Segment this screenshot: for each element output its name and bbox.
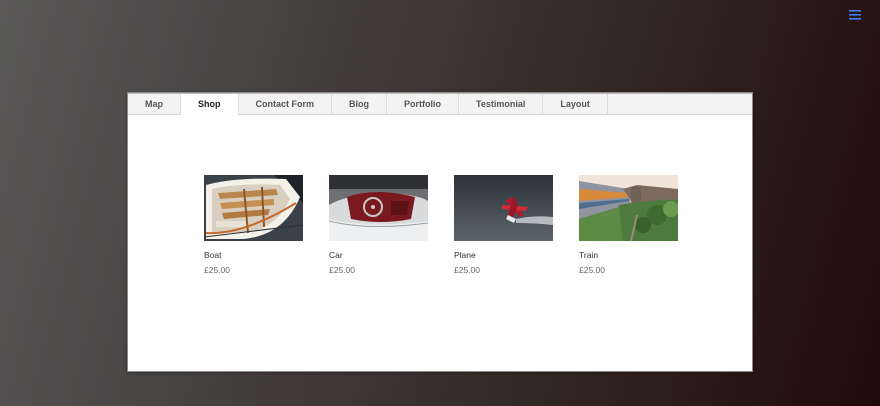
car-image[interactable] [329,175,428,241]
product-card-boat[interactable]: Boat £25.00 [204,175,303,275]
product-name: Train [579,250,599,260]
product-name: Car [329,250,343,260]
product-name: Plane [454,250,476,260]
boat-image[interactable] [204,175,303,241]
product-grid: Boat £25.00 Car £25.00 Plane £25.00 Trai… [204,175,704,275]
tab-portfolio[interactable]: Portfolio [387,94,459,115]
tab-blog[interactable]: Blog [332,94,387,115]
tab-testimonial[interactable]: Testimonial [459,94,544,115]
product-price: £25.00 [579,265,605,275]
tab-layout[interactable]: Layout [543,94,608,115]
hamburger-menu-icon[interactable] [847,8,863,22]
product-card-train[interactable]: Train £25.00 [579,175,678,275]
content-panel: Map Shop Contact Form Blog Portfolio Tes… [127,92,753,372]
product-name: Boat [204,250,222,260]
product-price: £25.00 [454,265,480,275]
plane-image[interactable] [454,175,553,241]
tab-contact-form[interactable]: Contact Form [239,94,332,115]
product-price: £25.00 [204,265,230,275]
product-price: £25.00 [329,265,355,275]
train-image[interactable] [579,175,678,241]
product-card-car[interactable]: Car £25.00 [329,175,428,275]
tab-map[interactable]: Map [128,94,181,115]
product-card-plane[interactable]: Plane £25.00 [454,175,553,275]
tab-shop[interactable]: Shop [181,94,239,116]
tab-bar: Map Shop Contact Form Blog Portfolio Tes… [128,93,752,116]
